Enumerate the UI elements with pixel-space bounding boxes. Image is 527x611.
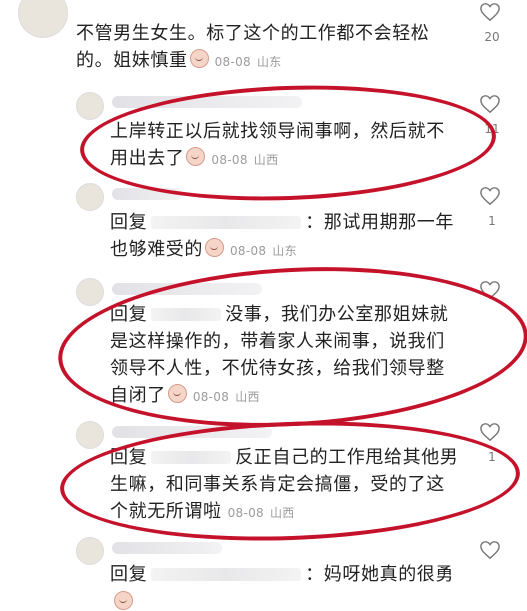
sticker-emoji-icon	[205, 238, 224, 257]
reply-prefix: 回复	[110, 564, 148, 585]
comment-location: 山西	[253, 153, 279, 167]
like-button[interactable]	[479, 422, 501, 442]
comment-line: 没事，我们办公室那姐妹就	[225, 304, 449, 325]
comment-line: 用出去了	[110, 148, 185, 169]
like-count: 11	[484, 122, 500, 136]
sticker-emoji-icon	[167, 384, 187, 403]
avatar[interactable]	[76, 278, 104, 306]
avatar[interactable]	[18, 0, 68, 38]
redacted-username[interactable]	[151, 216, 302, 229]
comment-location: 山西	[269, 506, 295, 520]
redacted-username[interactable]	[151, 451, 232, 464]
comment-line: 生嘛，和同事关系肯定会搞僵，受的了这	[110, 474, 445, 495]
sticker-emoji-icon	[186, 147, 206, 166]
comment-line: 个就无所谓啦	[110, 501, 222, 522]
redacted-username[interactable]	[151, 568, 302, 581]
comment-line: 不管男生女生。标了这个的工作都不会轻松	[76, 23, 430, 44]
comment-line: 领导不人性，不优待女孩，给我们领导整	[110, 358, 445, 379]
like-count: 20	[484, 30, 500, 44]
redacted-username[interactable]	[151, 308, 222, 321]
like-button[interactable]	[479, 2, 501, 22]
comment-text: 回复 ：那试用期那一年 也够难受的 08-08 山东	[110, 209, 490, 265]
username[interactable]	[112, 426, 272, 438]
like-button[interactable]	[479, 280, 501, 300]
like-count: 1	[488, 214, 496, 228]
comment-line: 也够难受的	[110, 239, 203, 260]
heart-outline-icon	[480, 423, 500, 442]
sticker-emoji-icon	[114, 591, 133, 610]
comment-location: 山东	[256, 55, 282, 69]
comment-line: 的。姐妹慎重	[76, 50, 188, 71]
username[interactable]	[112, 283, 262, 295]
comment-text: 不管男生女生。标了这个的工作都不会轻松 的。姐妹慎重 08-08 山东	[76, 20, 486, 76]
avatar[interactable]	[76, 537, 104, 565]
heart-outline-icon	[480, 187, 500, 206]
avatar[interactable]	[76, 92, 104, 120]
comment-date: 08-08	[227, 506, 264, 520]
comment-line: ：那试用期那一年	[305, 212, 455, 233]
like-button[interactable]	[479, 94, 501, 114]
avatar[interactable]	[76, 421, 104, 449]
heart-outline-icon	[480, 541, 500, 560]
heart-outline-icon	[480, 3, 500, 22]
like-count: 1	[488, 450, 496, 464]
comment-line: 反正自己的工作甩给其他男	[235, 447, 459, 468]
username[interactable]	[112, 96, 302, 108]
comment-location: 山东	[272, 244, 297, 258]
comment-line: 是这样操作的，带着家人来闹事，说我们	[110, 331, 445, 352]
username[interactable]	[112, 188, 182, 200]
reply-prefix: 回复	[110, 212, 148, 233]
comment-line: 上岸转正以后就找领导闹事啊，然后就不	[110, 121, 445, 142]
like-button[interactable]	[479, 540, 501, 560]
username[interactable]	[112, 542, 222, 554]
avatar[interactable]	[76, 183, 104, 211]
comment-text: 上岸转正以后就找领导闹事啊，然后就不 用出去了 08-08 山西	[110, 118, 490, 174]
comment-date: 08-08	[211, 153, 248, 167]
heart-outline-icon	[480, 95, 500, 114]
comment-text: 回复 反正自己的工作甩给其他男 生嘛，和同事关系肯定会搞僵，受的了这 个就无所谓啦…	[110, 444, 490, 527]
comment-line: 自闭了	[110, 385, 166, 406]
comment-line: ：妈呀她真的很勇	[305, 564, 455, 585]
heart-outline-icon	[480, 281, 500, 300]
comment-text: 回复 ：妈呀她真的很勇	[110, 561, 490, 588]
reply-prefix: 回复	[110, 304, 148, 325]
comment-date: 08-08	[192, 390, 230, 404]
comment-text: 回复 没事，我们办公室那姐妹就 是这样操作的，带着家人来闹事，说我们 领导不人性，…	[110, 301, 490, 411]
comment-date: 08-08	[230, 244, 267, 258]
reply-prefix: 回复	[110, 447, 148, 468]
comment-date: 08-08	[214, 55, 251, 69]
like-button[interactable]	[479, 186, 501, 206]
comment-location: 山西	[235, 390, 260, 404]
sticker-emoji-icon	[189, 49, 209, 68]
